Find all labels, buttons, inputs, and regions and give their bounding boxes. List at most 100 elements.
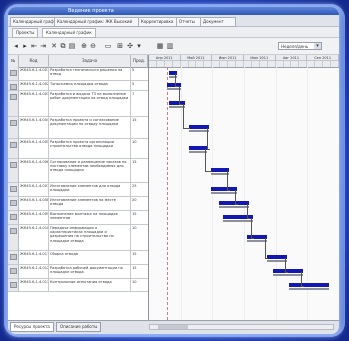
baseline-bar xyxy=(211,192,237,194)
tab-reports[interactable]: Отчеты xyxy=(176,17,202,27)
row-task: Разработка рабочей документации по площа… xyxy=(49,265,131,278)
dependency-link xyxy=(175,74,178,87)
chevron-down-icon[interactable]: ▾ xyxy=(314,43,321,49)
unlink-icon[interactable]: ▤ xyxy=(68,42,76,50)
table-row[interactable]: ЖК45.6.1.4.002 Топосъемка площадки отвода… xyxy=(8,81,148,91)
row-task: Выполнение монтажа на площадке элементов xyxy=(49,211,131,224)
baseline-bar xyxy=(267,260,287,262)
grid-icon[interactable]: ▦ xyxy=(156,42,164,50)
task-bar[interactable] xyxy=(267,255,287,259)
timescale-week xyxy=(307,61,316,67)
add-icon[interactable]: ◂ xyxy=(12,42,20,50)
table-row[interactable]: ЖК45.6.1.4.008 Изготовление элементов на … xyxy=(8,197,148,211)
task-bar[interactable] xyxy=(211,187,237,191)
row-indicator-icon[interactable] xyxy=(8,91,19,116)
row-indicator-icon[interactable] xyxy=(8,67,19,80)
row-indicator-icon[interactable] xyxy=(8,139,19,158)
table-row[interactable]: ЖК45.6.1.4.013 Контрольные испытания отво… xyxy=(8,279,148,292)
task-bar[interactable] xyxy=(289,282,329,287)
toolbar: ◂ ▸ ⇤ ⇥ ✕ ⧉ ▤ ⊕ ⊖ ▭ ⊞ ✣ ▾ ▦ ▥ Неделя/ден… xyxy=(8,38,339,55)
col-duration[interactable]: Прод. xyxy=(131,55,148,67)
row-indicator-icon[interactable] xyxy=(8,197,19,210)
scale-select[interactable]: Неделя/день ▾ xyxy=(278,42,322,50)
task-grid: № Код Задача Прод. ЖК45.6.1.4.001 Разрабо… xyxy=(8,55,149,320)
row-code: ЖК45.6.1.4.005 xyxy=(19,139,49,158)
row-indicator-icon[interactable] xyxy=(8,81,19,90)
tab-correction[interactable]: Корректировка xyxy=(138,17,178,27)
task-bar[interactable] xyxy=(273,269,303,273)
gridline xyxy=(275,67,277,320)
timescale-week xyxy=(149,61,157,67)
task-bar[interactable] xyxy=(219,201,249,205)
dependency-link xyxy=(235,190,238,205)
row-task: Контрольные испытания отвода xyxy=(49,279,131,291)
row-indicator-icon[interactable] xyxy=(8,183,19,196)
settings-icon[interactable]: ✣ xyxy=(126,42,134,50)
row-indicator-icon[interactable] xyxy=(8,117,19,138)
dependency-link xyxy=(207,128,210,150)
timescale-week xyxy=(244,61,252,67)
zoom-in-icon[interactable]: ⊕ xyxy=(80,42,88,50)
outdent-icon[interactable]: ✕ xyxy=(50,42,58,50)
row-indicator-icon[interactable] xyxy=(8,265,19,278)
row-indicator-icon[interactable] xyxy=(8,159,19,182)
horizontal-scrollbar[interactable] xyxy=(149,324,334,330)
row-indicator-icon[interactable] xyxy=(8,279,19,291)
row-duration: 15 xyxy=(132,212,137,216)
baseline-bar xyxy=(247,240,267,242)
gantt-chart: Апр 2011 Май 2011 Июн 2011 Июл 2011 Авг 2011… xyxy=(149,55,339,320)
subtab-projects[interactable]: Проекты xyxy=(12,28,39,38)
print-icon[interactable]: ▭ xyxy=(104,42,112,50)
task-bar[interactable] xyxy=(247,235,267,239)
tab-document[interactable]: Документ xyxy=(200,17,236,27)
table-row[interactable]: ЖК45.6.1.4.005 Разработка проекта организ… xyxy=(8,139,148,159)
col-code[interactable]: Код xyxy=(19,55,49,67)
row-task: Разработка технического решения на отвод xyxy=(49,67,131,80)
zoom-out-icon[interactable]: ⊖ xyxy=(89,42,97,50)
col-number[interactable]: № xyxy=(8,55,19,67)
link-icon[interactable]: ⧉ xyxy=(59,42,67,50)
row-indicator-icon[interactable] xyxy=(8,225,19,250)
row-duration: 15 xyxy=(132,252,137,256)
table-row[interactable]: ЖК45.6.1.4.003 Разработка и выдача ТЗ на … xyxy=(8,91,148,117)
row-code: ЖК45.6.1.4.004 xyxy=(19,117,49,138)
baseline-bar xyxy=(223,220,253,222)
dependency-link xyxy=(227,171,230,191)
timescale-week xyxy=(323,61,332,67)
tab-calendar[interactable]: Календарный график xyxy=(10,17,56,27)
row-code: ЖК45.6.1.4.012 xyxy=(19,265,49,278)
row-duration: 10 xyxy=(132,226,137,230)
row-indicator-icon[interactable] xyxy=(8,211,19,224)
delete-icon[interactable]: ⇤ xyxy=(30,42,38,50)
row-code: ЖК45.6.1.4.009 xyxy=(19,211,49,224)
calendar-icon[interactable]: ▥ xyxy=(166,42,174,50)
subtab-calendar[interactable]: Календарный график xyxy=(42,28,96,38)
tab-resources[interactable]: Ресурсы проекта xyxy=(10,322,54,332)
col-task[interactable]: Задача xyxy=(49,55,131,67)
tab-calendar-project[interactable]: Календарный график: ЖК Высокий xyxy=(54,17,140,27)
filter-icon[interactable]: ▾ xyxy=(135,42,143,50)
table-row[interactable]: ЖК45.6.1.4.007 Изготовление элементов для… xyxy=(8,183,148,197)
row-code: ЖК45.6.1.4.001 xyxy=(19,67,49,80)
gridline xyxy=(244,67,245,320)
task-bar[interactable] xyxy=(189,125,209,129)
table-row[interactable]: ЖК45.6.1.4.010 Передача информации о хара… xyxy=(8,225,148,251)
table-row[interactable]: ЖК45.6.1.4.009 Выполнение монтажа на площ… xyxy=(8,211,148,225)
table-row[interactable]: ЖК45.6.1.4.012 Разработка рабочей докумен… xyxy=(8,265,148,279)
table-row[interactable]: ЖК45.6.1.4.006 Согласование и размещение … xyxy=(8,159,148,183)
row-task: Сборка отвода xyxy=(49,251,131,264)
tab-description[interactable]: Описание работы xyxy=(56,322,102,332)
table-row[interactable]: ЖК45.6.1.4.011 Сборка отвода 15 xyxy=(8,251,148,265)
row-indicator-icon[interactable] xyxy=(8,251,19,264)
table-row[interactable]: ЖК45.6.1.4.001 Разработка технического ре… xyxy=(8,67,148,81)
row-task: Разработка и выдача ТЗ на выполнение раб… xyxy=(49,91,131,116)
copy-icon[interactable]: ⊞ xyxy=(116,42,124,50)
baseline-bar xyxy=(289,287,329,290)
timescale-week xyxy=(299,61,308,67)
baseline-bar xyxy=(219,206,249,208)
indent-icon[interactable]: ⇥ xyxy=(39,42,47,50)
bottom-bar: Ресурсы проекта Описание работы xyxy=(8,320,339,334)
add-child-icon[interactable]: ▸ xyxy=(21,42,29,50)
table-row[interactable]: ЖК45.6.1.4.004 Разработка проекта и согла… xyxy=(8,117,148,139)
scrollbar-thumb[interactable] xyxy=(158,325,188,329)
